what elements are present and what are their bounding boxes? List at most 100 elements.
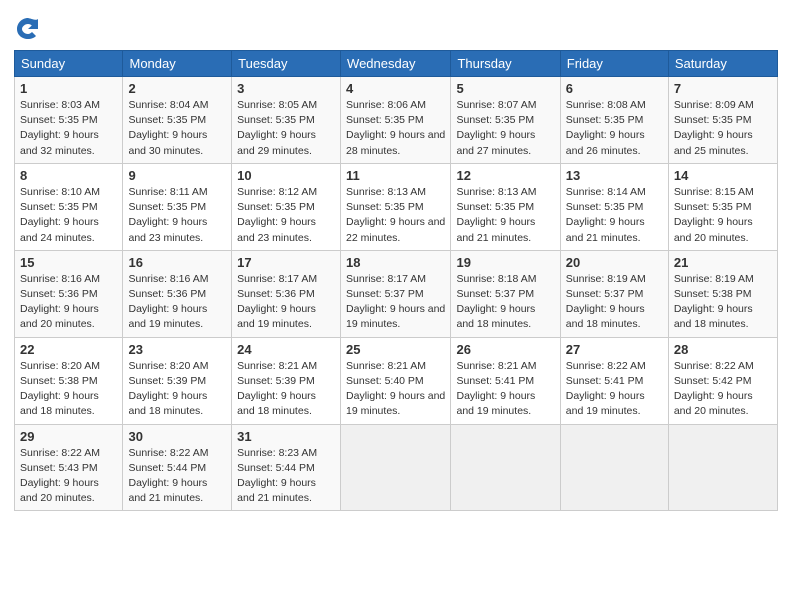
day-number: 7 xyxy=(674,81,772,96)
day-detail: Sunrise: 8:16 AMSunset: 5:36 PMDaylight:… xyxy=(20,273,100,331)
calendar-cell: 30 Sunrise: 8:22 AMSunset: 5:44 PMDaylig… xyxy=(123,424,232,511)
day-number: 24 xyxy=(237,342,335,357)
day-detail: Sunrise: 8:08 AMSunset: 5:35 PMDaylight:… xyxy=(566,99,646,157)
weekday-header-thursday: Thursday xyxy=(451,51,560,77)
calendar-cell: 6 Sunrise: 8:08 AMSunset: 5:35 PMDayligh… xyxy=(560,77,668,164)
day-number: 18 xyxy=(346,255,445,270)
day-number: 25 xyxy=(346,342,445,357)
day-detail: Sunrise: 8:20 AMSunset: 5:38 PMDaylight:… xyxy=(20,360,100,418)
calendar-cell: 12 Sunrise: 8:13 AMSunset: 5:35 PMDaylig… xyxy=(451,163,560,250)
day-number: 20 xyxy=(566,255,663,270)
day-number: 2 xyxy=(128,81,226,96)
calendar-cell xyxy=(341,424,451,511)
day-detail: Sunrise: 8:22 AMSunset: 5:42 PMDaylight:… xyxy=(674,360,754,418)
day-number: 13 xyxy=(566,168,663,183)
day-detail: Sunrise: 8:21 AMSunset: 5:41 PMDaylight:… xyxy=(456,360,536,418)
day-number: 4 xyxy=(346,81,445,96)
day-detail: Sunrise: 8:21 AMSunset: 5:40 PMDaylight:… xyxy=(346,360,445,418)
calendar-cell: 17 Sunrise: 8:17 AMSunset: 5:36 PMDaylig… xyxy=(232,250,341,337)
weekday-header-monday: Monday xyxy=(123,51,232,77)
calendar-cell: 10 Sunrise: 8:12 AMSunset: 5:35 PMDaylig… xyxy=(232,163,341,250)
weekday-header-sunday: Sunday xyxy=(15,51,123,77)
day-number: 31 xyxy=(237,429,335,444)
day-number: 14 xyxy=(674,168,772,183)
day-number: 30 xyxy=(128,429,226,444)
calendar-table: SundayMondayTuesdayWednesdayThursdayFrid… xyxy=(14,50,778,511)
calendar-cell: 23 Sunrise: 8:20 AMSunset: 5:39 PMDaylig… xyxy=(123,337,232,424)
day-number: 23 xyxy=(128,342,226,357)
day-detail: Sunrise: 8:11 AMSunset: 5:35 PMDaylight:… xyxy=(128,186,207,244)
calendar-cell: 11 Sunrise: 8:13 AMSunset: 5:35 PMDaylig… xyxy=(341,163,451,250)
day-detail: Sunrise: 8:13 AMSunset: 5:35 PMDaylight:… xyxy=(346,186,445,244)
day-detail: Sunrise: 8:15 AMSunset: 5:35 PMDaylight:… xyxy=(674,186,754,244)
day-detail: Sunrise: 8:23 AMSunset: 5:44 PMDaylight:… xyxy=(237,447,317,505)
calendar-cell xyxy=(451,424,560,511)
day-detail: Sunrise: 8:19 AMSunset: 5:38 PMDaylight:… xyxy=(674,273,754,331)
day-detail: Sunrise: 8:16 AMSunset: 5:36 PMDaylight:… xyxy=(128,273,208,331)
day-number: 5 xyxy=(456,81,554,96)
calendar-cell: 8 Sunrise: 8:10 AMSunset: 5:35 PMDayligh… xyxy=(15,163,123,250)
calendar-cell: 19 Sunrise: 8:18 AMSunset: 5:37 PMDaylig… xyxy=(451,250,560,337)
calendar-cell: 15 Sunrise: 8:16 AMSunset: 5:36 PMDaylig… xyxy=(15,250,123,337)
logo-icon xyxy=(14,14,42,42)
calendar-cell: 7 Sunrise: 8:09 AMSunset: 5:35 PMDayligh… xyxy=(668,77,777,164)
calendar-cell xyxy=(668,424,777,511)
day-number: 19 xyxy=(456,255,554,270)
calendar-cell: 1 Sunrise: 8:03 AMSunset: 5:35 PMDayligh… xyxy=(15,77,123,164)
calendar-cell: 13 Sunrise: 8:14 AMSunset: 5:35 PMDaylig… xyxy=(560,163,668,250)
calendar-cell: 25 Sunrise: 8:21 AMSunset: 5:40 PMDaylig… xyxy=(341,337,451,424)
calendar-cell: 22 Sunrise: 8:20 AMSunset: 5:38 PMDaylig… xyxy=(15,337,123,424)
day-detail: Sunrise: 8:18 AMSunset: 5:37 PMDaylight:… xyxy=(456,273,536,331)
day-detail: Sunrise: 8:09 AMSunset: 5:35 PMDaylight:… xyxy=(674,99,754,157)
calendar-cell: 3 Sunrise: 8:05 AMSunset: 5:35 PMDayligh… xyxy=(232,77,341,164)
page-container: SundayMondayTuesdayWednesdayThursdayFrid… xyxy=(0,0,792,521)
day-detail: Sunrise: 8:12 AMSunset: 5:35 PMDaylight:… xyxy=(237,186,317,244)
day-number: 11 xyxy=(346,168,445,183)
day-detail: Sunrise: 8:13 AMSunset: 5:35 PMDaylight:… xyxy=(456,186,536,244)
calendar-cell: 29 Sunrise: 8:22 AMSunset: 5:43 PMDaylig… xyxy=(15,424,123,511)
day-number: 12 xyxy=(456,168,554,183)
day-number: 21 xyxy=(674,255,772,270)
day-detail: Sunrise: 8:14 AMSunset: 5:35 PMDaylight:… xyxy=(566,186,646,244)
weekday-header-friday: Friday xyxy=(560,51,668,77)
day-detail: Sunrise: 8:22 AMSunset: 5:43 PMDaylight:… xyxy=(20,447,100,505)
day-number: 10 xyxy=(237,168,335,183)
day-number: 16 xyxy=(128,255,226,270)
day-number: 17 xyxy=(237,255,335,270)
day-number: 26 xyxy=(456,342,554,357)
day-number: 1 xyxy=(20,81,117,96)
calendar-cell: 28 Sunrise: 8:22 AMSunset: 5:42 PMDaylig… xyxy=(668,337,777,424)
calendar-cell: 20 Sunrise: 8:19 AMSunset: 5:37 PMDaylig… xyxy=(560,250,668,337)
day-number: 22 xyxy=(20,342,117,357)
page-header xyxy=(14,10,778,42)
day-detail: Sunrise: 8:10 AMSunset: 5:35 PMDaylight:… xyxy=(20,186,100,244)
day-detail: Sunrise: 8:22 AMSunset: 5:41 PMDaylight:… xyxy=(566,360,646,418)
day-number: 3 xyxy=(237,81,335,96)
day-detail: Sunrise: 8:07 AMSunset: 5:35 PMDaylight:… xyxy=(456,99,536,157)
calendar-cell: 4 Sunrise: 8:06 AMSunset: 5:35 PMDayligh… xyxy=(341,77,451,164)
calendar-cell: 31 Sunrise: 8:23 AMSunset: 5:44 PMDaylig… xyxy=(232,424,341,511)
calendar-cell xyxy=(560,424,668,511)
calendar-cell: 21 Sunrise: 8:19 AMSunset: 5:38 PMDaylig… xyxy=(668,250,777,337)
day-number: 9 xyxy=(128,168,226,183)
calendar-cell: 5 Sunrise: 8:07 AMSunset: 5:35 PMDayligh… xyxy=(451,77,560,164)
calendar-cell: 18 Sunrise: 8:17 AMSunset: 5:37 PMDaylig… xyxy=(341,250,451,337)
calendar-cell: 9 Sunrise: 8:11 AMSunset: 5:35 PMDayligh… xyxy=(123,163,232,250)
day-detail: Sunrise: 8:03 AMSunset: 5:35 PMDaylight:… xyxy=(20,99,100,157)
calendar-cell: 26 Sunrise: 8:21 AMSunset: 5:41 PMDaylig… xyxy=(451,337,560,424)
day-detail: Sunrise: 8:21 AMSunset: 5:39 PMDaylight:… xyxy=(237,360,317,418)
day-detail: Sunrise: 8:22 AMSunset: 5:44 PMDaylight:… xyxy=(128,447,208,505)
calendar-cell: 24 Sunrise: 8:21 AMSunset: 5:39 PMDaylig… xyxy=(232,337,341,424)
day-number: 27 xyxy=(566,342,663,357)
day-detail: Sunrise: 8:20 AMSunset: 5:39 PMDaylight:… xyxy=(128,360,208,418)
weekday-header-wednesday: Wednesday xyxy=(341,51,451,77)
day-detail: Sunrise: 8:19 AMSunset: 5:37 PMDaylight:… xyxy=(566,273,646,331)
calendar-cell: 27 Sunrise: 8:22 AMSunset: 5:41 PMDaylig… xyxy=(560,337,668,424)
day-detail: Sunrise: 8:05 AMSunset: 5:35 PMDaylight:… xyxy=(237,99,317,157)
day-detail: Sunrise: 8:04 AMSunset: 5:35 PMDaylight:… xyxy=(128,99,208,157)
day-detail: Sunrise: 8:17 AMSunset: 5:36 PMDaylight:… xyxy=(237,273,317,331)
weekday-header-tuesday: Tuesday xyxy=(232,51,341,77)
weekday-header-saturday: Saturday xyxy=(668,51,777,77)
day-detail: Sunrise: 8:17 AMSunset: 5:37 PMDaylight:… xyxy=(346,273,445,331)
logo xyxy=(14,14,46,42)
